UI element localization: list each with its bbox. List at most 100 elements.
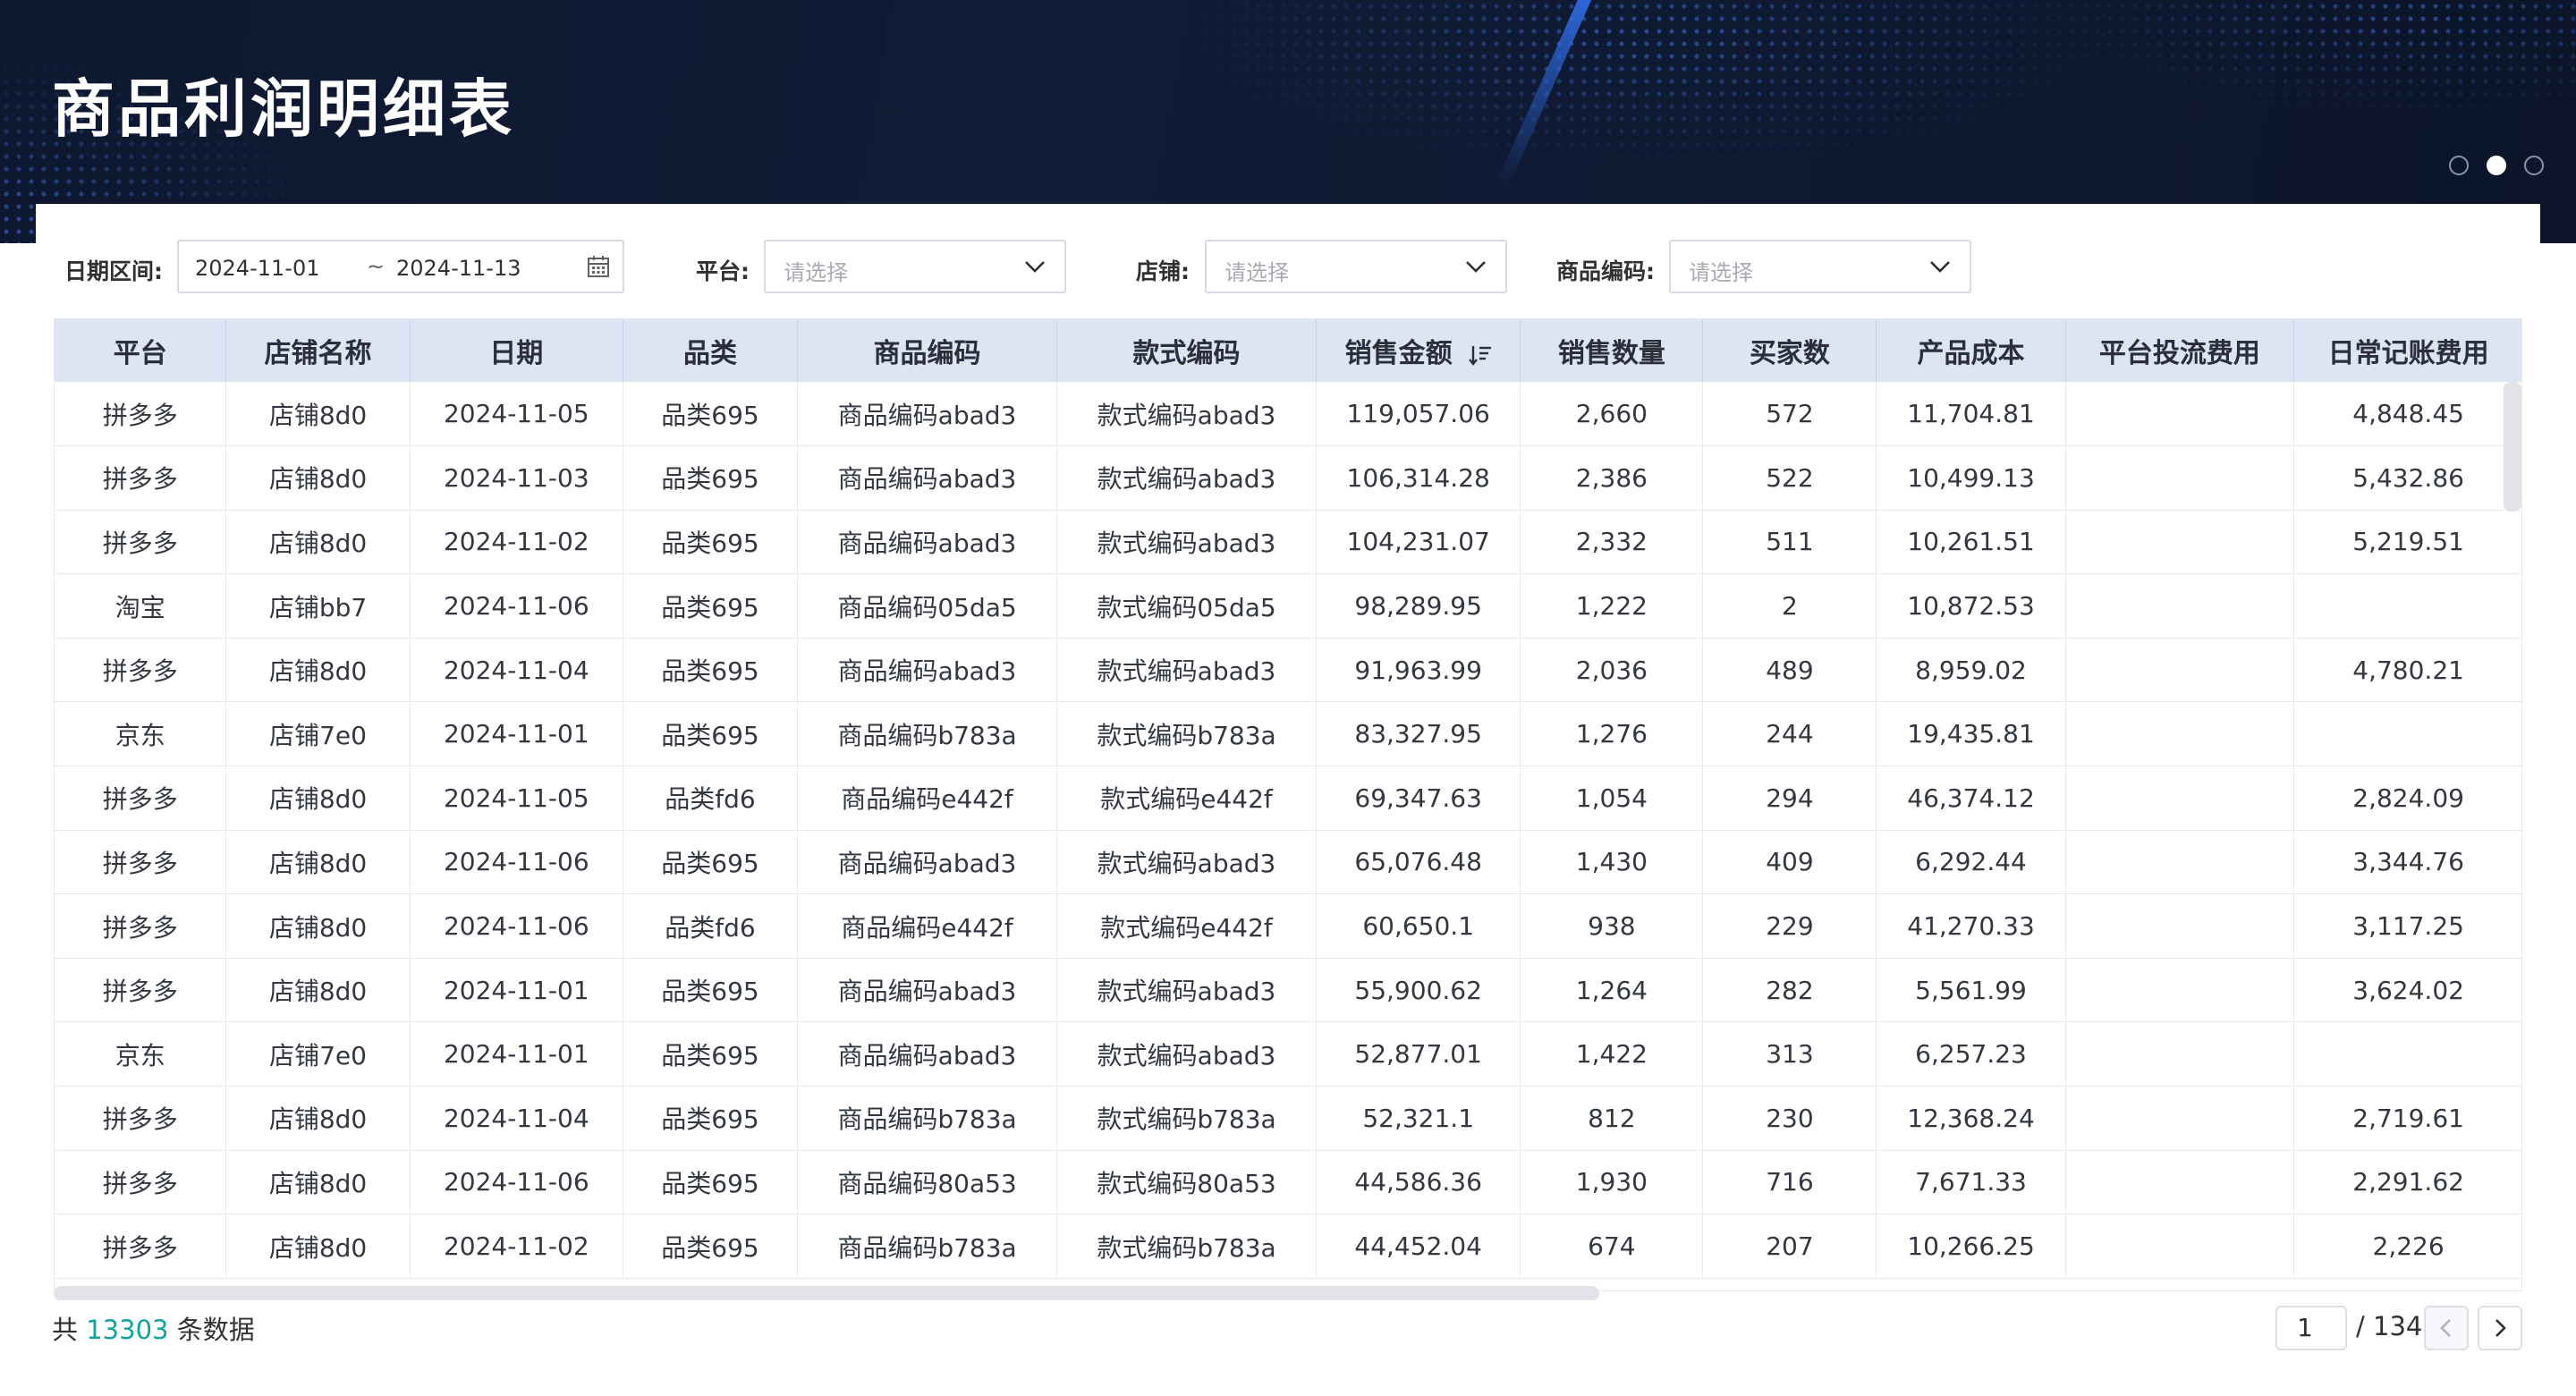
table-cell: 5,432.86 <box>2293 445 2521 511</box>
table-cell <box>2065 1086 2295 1151</box>
table-cell: 55,900.62 <box>1316 958 1521 1023</box>
table-cell: 6,292.44 <box>1876 830 2066 895</box>
platform-select[interactable]: 请选择 <box>764 240 1066 293</box>
table-row[interactable]: 拼多多 店铺8d0 2024-11-05 品类fd6 商品编码e442f 款式编码e442… <box>55 766 2521 831</box>
table-cell: 款式编码05da5 <box>1056 573 1317 639</box>
table-cell: 商品编码abad3 <box>797 830 1058 895</box>
page-total: / 134 <box>2356 1311 2423 1341</box>
table-cell: 2024-11-05 <box>410 382 624 447</box>
column-header: 款式编码 <box>1056 319 1317 382</box>
table-cell: 5,561.99 <box>1876 958 2066 1023</box>
table-cell: 品类695 <box>623 958 799 1023</box>
column-header[interactable]: 销售金额 <box>1316 319 1521 382</box>
table-cell: 98,289.95 <box>1316 573 1521 639</box>
table-cell: 商品编码e442f <box>797 893 1058 959</box>
table-cell: 品类695 <box>623 510 799 575</box>
table-row[interactable]: 拼多多 店铺8d0 2024-11-03 品类695 商品编码abad3 款式编码abad… <box>55 445 2521 511</box>
table-cell: 商品编码abad3 <box>797 510 1058 575</box>
table-cell: 3,344.76 <box>2293 830 2521 895</box>
table-cell: 拼多多 <box>55 382 227 447</box>
table-row[interactable]: 京东 店铺7e0 2024-11-01 品类695 商品编码b783a 款式编码b783a… <box>55 701 2521 767</box>
table-cell: 拼多多 <box>55 638 227 703</box>
table-cell: 品类695 <box>623 382 799 447</box>
table-row[interactable]: 拼多多 店铺8d0 2024-11-04 品类695 商品编码b783a 款式编码b783… <box>55 1086 2521 1151</box>
vertical-scrollbar[interactable] <box>2504 382 2521 512</box>
table-row[interactable]: 拼多多 店铺8d0 2024-11-05 品类695 商品编码abad3 款式编码abad… <box>55 382 2521 447</box>
table-row[interactable]: 拼多多 店铺8d0 2024-11-06 品类695 商品编码abad3 款式编码abad… <box>55 830 2521 895</box>
horizontal-scrollbar[interactable] <box>54 1286 1599 1300</box>
table-cell: 5,219.51 <box>2293 510 2521 575</box>
chevron-down-icon <box>1025 261 1045 273</box>
table-cell: 商品编码80a53 <box>797 1150 1058 1215</box>
table-cell: 3,624.02 <box>2293 958 2521 1023</box>
table-cell: 款式编码80a53 <box>1056 1150 1317 1215</box>
table-cell: 10,261.51 <box>1876 510 2066 575</box>
shop-select[interactable]: 请选择 <box>1205 240 1507 293</box>
table-cell: 商品编码b783a <box>797 1086 1058 1151</box>
table-cell: 商品编码abad3 <box>797 382 1058 447</box>
table-cell: 2 <box>1702 573 1877 639</box>
table-cell <box>2065 830 2295 895</box>
column-header: 商品编码 <box>797 319 1058 382</box>
table-cell: 款式编码b783a <box>1056 1086 1317 1151</box>
table-cell: 46,374.12 <box>1876 766 2066 831</box>
table-cell: 244 <box>1702 701 1877 767</box>
table-row[interactable]: 拼多多 店铺8d0 2024-11-01 品类695 商品编码abad3 款式编码abad… <box>55 958 2521 1023</box>
page-title: 商品利润明细表 <box>52 72 515 146</box>
carousel-dot-1[interactable] <box>2449 156 2469 175</box>
carousel-dot-2[interactable] <box>2487 156 2506 175</box>
product-code-select[interactable]: 请选择 <box>1669 240 1971 293</box>
table-cell: 商品编码abad3 <box>797 638 1058 703</box>
table-cell <box>2065 766 2295 831</box>
table-cell: 8,959.02 <box>1876 638 2066 703</box>
table-cell: 店铺8d0 <box>225 382 411 447</box>
table-row[interactable]: 拼多多 店铺8d0 2024-11-02 品类695 商品编码b783a 款式编码b783… <box>55 1214 2521 1279</box>
table-cell: 店铺8d0 <box>225 1214 411 1279</box>
platform-placeholder: 请选择 <box>784 260 848 285</box>
table-cell: 207 <box>1702 1214 1877 1279</box>
table-cell <box>2065 893 2295 959</box>
table-cell: 品类fd6 <box>623 893 799 959</box>
table-cell: 拼多多 <box>55 1086 227 1151</box>
table-cell: 拼多多 <box>55 445 227 511</box>
table-row[interactable]: 京东 店铺7e0 2024-11-01 品类695 商品编码abad3 款式编码abad3… <box>55 1021 2521 1087</box>
table-row[interactable]: 淘宝 店铺bb7 2024-11-06 品类695 商品编码05da5 款式编码05da5… <box>55 573 2521 639</box>
table-cell: 119,057.06 <box>1316 382 1521 447</box>
date-range-picker[interactable]: 2024-11-01 ~ 2024-11-13 <box>177 240 624 293</box>
table-cell: 44,452.04 <box>1316 1214 1521 1279</box>
carousel-dot-3[interactable] <box>2524 156 2544 175</box>
table-cell: 1,054 <box>1520 766 1704 831</box>
table-row[interactable]: 拼多多 店铺8d0 2024-11-02 品类695 商品编码abad3 款式编码abad… <box>55 510 2521 575</box>
table-cell: 2024-11-04 <box>410 1086 624 1151</box>
table-cell: 品类695 <box>623 1086 799 1151</box>
table-cell: 商品编码abad3 <box>797 1021 1058 1087</box>
table-cell: 938 <box>1520 893 1704 959</box>
calendar-icon[interactable] <box>587 255 610 278</box>
table-cell <box>2065 1150 2295 1215</box>
table-cell: 2024-11-01 <box>410 1021 624 1087</box>
column-header: 品类 <box>623 319 799 382</box>
table-cell: 店铺7e0 <box>225 1021 411 1087</box>
chevron-down-icon <box>1930 261 1950 273</box>
table-cell: 2024-11-06 <box>410 830 624 895</box>
sort-desc-icon[interactable] <box>1468 343 1492 367</box>
chevron-right-icon <box>2496 1319 2506 1337</box>
date-start-input[interactable]: 2024-11-01 <box>195 256 319 281</box>
chevron-down-icon <box>1466 261 1486 273</box>
chevron-left-icon <box>2440 1319 2451 1337</box>
prev-page-button[interactable] <box>2424 1306 2469 1350</box>
next-page-button[interactable] <box>2478 1306 2522 1350</box>
date-end-input[interactable]: 2024-11-13 <box>396 256 521 281</box>
table-cell <box>2065 382 2295 447</box>
table-cell: 522 <box>1702 445 1877 511</box>
table-row[interactable]: 拼多多 店铺8d0 2024-11-06 品类695 商品编码80a53 款式编码80a5… <box>55 1150 2521 1215</box>
table-cell: 52,321.1 <box>1316 1086 1521 1151</box>
table-cell: 1,264 <box>1520 958 1704 1023</box>
table-cell: 2024-11-06 <box>410 573 624 639</box>
table-cell: 230 <box>1702 1086 1877 1151</box>
page-number-input[interactable]: 1 <box>2275 1306 2347 1350</box>
table-cell: 69,347.63 <box>1316 766 1521 831</box>
table-row[interactable]: 拼多多 店铺8d0 2024-11-06 品类fd6 商品编码e442f 款式编码e442… <box>55 893 2521 959</box>
shop-placeholder: 请选择 <box>1224 260 1289 285</box>
table-row[interactable]: 拼多多 店铺8d0 2024-11-04 品类695 商品编码abad3 款式编码abad… <box>55 638 2521 703</box>
